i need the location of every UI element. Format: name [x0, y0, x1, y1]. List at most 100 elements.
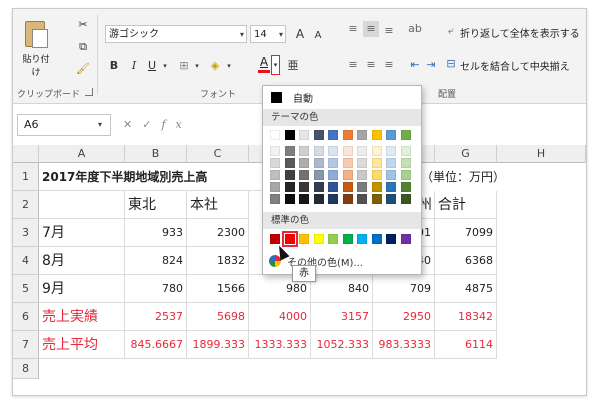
unit-cell[interactable]: （単位：万円） [418, 163, 518, 191]
theme-shade-swatch[interactable] [284, 194, 295, 204]
name-box[interactable]: A6 ▾ [17, 114, 111, 136]
standard-color-swatch[interactable] [371, 234, 382, 244]
align-left-icon[interactable]: ≡ [345, 57, 361, 73]
data-cell[interactable]: 709 [373, 275, 435, 303]
standard-color-swatch[interactable] [400, 234, 411, 244]
theme-color-swatch[interactable] [270, 130, 280, 140]
theme-shade-swatch[interactable] [299, 194, 309, 204]
data-cell[interactable]: 780 [125, 275, 187, 303]
fill-color-icon[interactable]: ◈ [207, 57, 223, 75]
standard-color-swatch[interactable] [270, 234, 280, 244]
theme-shade-swatch[interactable] [400, 158, 411, 168]
grow-font-button[interactable]: A [292, 26, 308, 42]
format-painter-icon[interactable]: 🖌 [75, 61, 91, 77]
theme-shade-swatch[interactable] [299, 146, 309, 156]
row-header-4[interactable]: 4 [13, 247, 39, 275]
column-header-h[interactable]: H [497, 145, 586, 163]
theme-shade-swatch[interactable] [284, 158, 295, 168]
standard-color-swatch[interactable] [281, 231, 298, 247]
average-cell[interactable]: 1333.333 [249, 331, 311, 359]
theme-shade-swatch[interactable] [328, 158, 338, 168]
data-cell[interactable]: 1566 [187, 275, 249, 303]
theme-shade-swatch[interactable] [386, 194, 396, 204]
theme-shade-swatch[interactable] [313, 170, 324, 180]
theme-shade-swatch[interactable] [371, 170, 382, 180]
underline-button[interactable]: U [145, 57, 159, 75]
wrap-text-icon[interactable]: ⤶ [443, 23, 459, 39]
column-header-a[interactable]: A [39, 145, 125, 163]
borders-icon[interactable]: ⊞ [177, 57, 191, 75]
theme-shade-swatch[interactable] [400, 194, 411, 204]
italic-button[interactable]: I [127, 57, 141, 75]
header-cell[interactable]: 合計 [435, 191, 497, 219]
theme-shade-swatch[interactable] [357, 158, 367, 168]
automatic-color-item[interactable]: 自動 [263, 86, 421, 108]
cell-a2[interactable] [39, 191, 125, 219]
theme-shade-swatch[interactable] [386, 170, 396, 180]
theme-shade-swatch[interactable] [400, 182, 411, 192]
theme-color-swatch[interactable] [386, 130, 396, 140]
theme-shade-swatch[interactable] [386, 182, 396, 192]
increase-indent-icon[interactable]: ⇥ [423, 57, 439, 73]
row-header-1[interactable]: 1 [13, 163, 39, 191]
theme-shade-swatch[interactable] [270, 146, 280, 156]
average-cell[interactable]: 983.3333 [373, 331, 435, 359]
align-top-icon[interactable]: ≡ [345, 21, 361, 37]
theme-shade-swatch[interactable] [328, 146, 338, 156]
month-label[interactable]: 9月 [39, 275, 125, 303]
theme-shade-swatch[interactable] [270, 182, 280, 192]
theme-shade-swatch[interactable] [386, 158, 396, 168]
row-header-5[interactable]: 5 [13, 275, 39, 303]
data-cell[interactable]: 2300 [187, 219, 249, 247]
theme-shade-swatch[interactable] [357, 182, 367, 192]
font-color-dropdown-button[interactable]: ▾ [271, 55, 280, 75]
standard-color-swatch[interactable] [342, 234, 353, 244]
theme-shade-swatch[interactable] [328, 170, 338, 180]
font-name-dropdown[interactable]: 游ゴシック ▾ [105, 25, 247, 43]
total-cell[interactable]: 3157 [311, 303, 373, 331]
theme-shade-swatch[interactable] [400, 146, 411, 156]
theme-color-swatch[interactable] [313, 130, 324, 140]
total-cell[interactable]: 18342 [435, 303, 497, 331]
total-cell[interactable]: 2537 [125, 303, 187, 331]
theme-color-swatch[interactable] [357, 130, 367, 140]
standard-color-swatch[interactable] [299, 234, 309, 244]
month-label[interactable]: 7月 [39, 219, 125, 247]
bold-button[interactable]: B [107, 57, 121, 75]
wrap-text-button[interactable]: 折り返して全体を表示する [460, 25, 580, 40]
theme-shade-swatch[interactable] [400, 170, 411, 180]
average-cell[interactable]: 6114 [435, 331, 497, 359]
theme-shade-swatch[interactable] [313, 182, 324, 192]
data-cell[interactable]: 7099 [435, 219, 497, 247]
theme-shade-swatch[interactable] [342, 194, 353, 204]
theme-shade-swatch[interactable] [371, 182, 382, 192]
chevron-down-icon[interactable]: ▾ [161, 57, 169, 75]
theme-color-swatch[interactable] [400, 130, 411, 140]
enter-icon[interactable]: ✓ [142, 118, 161, 131]
theme-shade-swatch[interactable] [357, 170, 367, 180]
total-cell[interactable]: 5698 [187, 303, 249, 331]
theme-color-swatch[interactable] [299, 130, 309, 140]
column-header-c[interactable]: C [187, 145, 249, 163]
paste-button[interactable]: 貼り付け [19, 19, 53, 78]
row-header-6[interactable]: 6 [13, 303, 39, 331]
row-header-3[interactable]: 3 [13, 219, 39, 247]
theme-shade-swatch[interactable] [313, 158, 324, 168]
theme-color-swatch[interactable] [284, 130, 295, 140]
cut-icon[interactable]: ✂ [75, 17, 91, 33]
total-cell[interactable]: 4000 [249, 303, 311, 331]
theme-shade-swatch[interactable] [284, 170, 295, 180]
theme-shade-swatch[interactable] [313, 146, 324, 156]
data-cell[interactable]: 840 [311, 275, 373, 303]
average-cell[interactable]: 1052.333 [311, 331, 373, 359]
row-header-8[interactable]: 8 [13, 359, 39, 379]
theme-shade-swatch[interactable] [342, 170, 353, 180]
merge-center-icon[interactable]: ⊟ [443, 56, 459, 72]
average-cell[interactable]: 1899.333 [187, 331, 249, 359]
copy-icon[interactable]: ⧉ [75, 39, 91, 55]
theme-shade-swatch[interactable] [328, 194, 338, 204]
theme-shade-swatch[interactable] [357, 146, 367, 156]
theme-shade-swatch[interactable] [371, 194, 382, 204]
data-cell[interactable]: 4875 [435, 275, 497, 303]
chevron-down-icon[interactable]: ▾ [225, 57, 233, 75]
